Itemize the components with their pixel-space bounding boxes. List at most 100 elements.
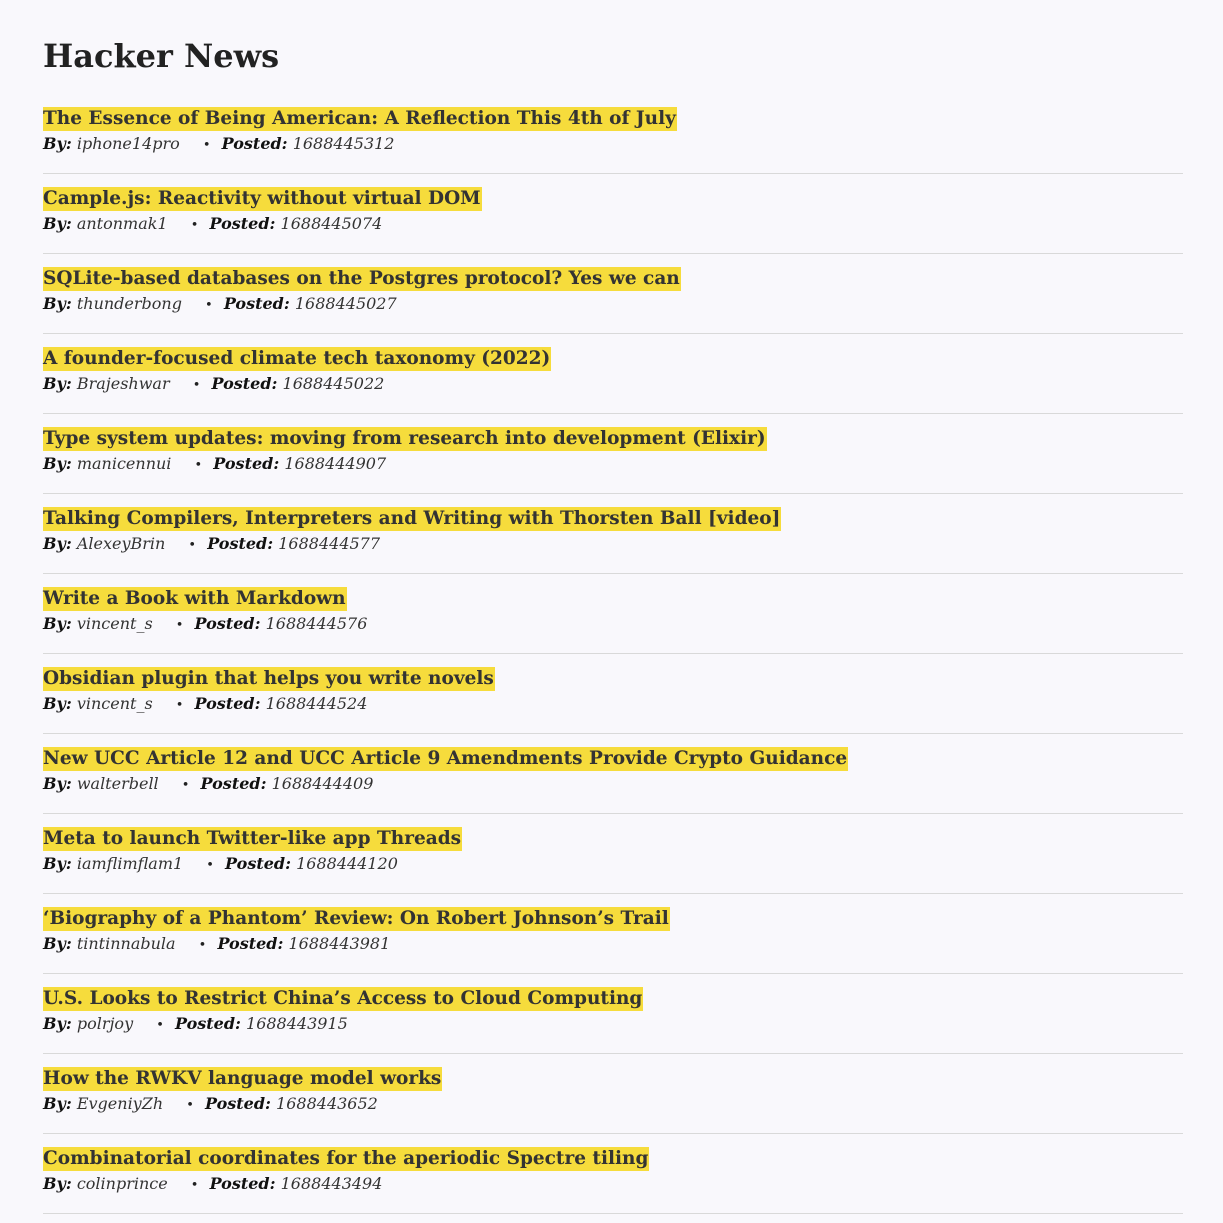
- separator-bullet: •: [202, 138, 211, 153]
- separator-bullet: •: [175, 698, 184, 713]
- story-meta: By: AlexeyBrin • Posted: 1688444577: [43, 534, 380, 556]
- posted-label: Posted:: [209, 1174, 276, 1193]
- posted-timestamp: 1688443494: [280, 1174, 383, 1193]
- story-title-link[interactable]: Type system updates: moving from researc…: [43, 427, 767, 451]
- by-label: By:: [43, 614, 72, 633]
- story-title-link[interactable]: How the RWKV language model works: [43, 1067, 443, 1091]
- story-title-link[interactable]: A founder-focused climate tech taxonomy …: [43, 347, 552, 371]
- list-item: A founder-focused climate tech taxonomy …: [43, 334, 1183, 414]
- page-title: Hacker News: [43, 37, 280, 75]
- list-item: ‘Biography of a Phantom’ Review: On Robe…: [43, 894, 1183, 974]
- list-item: U.S. Looks to Restrict China’s Access to…: [43, 974, 1183, 1054]
- story-title-link[interactable]: Obsidian plugin that helps you write nov…: [43, 667, 495, 691]
- posted-timestamp: 1688445074: [280, 214, 383, 233]
- author-name: antonmak1: [76, 214, 168, 233]
- by-label: By:: [43, 854, 72, 873]
- separator-bullet: •: [190, 1178, 199, 1193]
- by-label: By:: [43, 294, 72, 313]
- story-meta: By: EvgeniyZh • Posted: 1688443652: [43, 1094, 378, 1116]
- posted-label: Posted:: [213, 454, 280, 473]
- posted-label: Posted:: [217, 934, 284, 953]
- story-title-link[interactable]: New UCC Article 12 and UCC Article 9 Ame…: [43, 747, 849, 771]
- by-label: By:: [43, 534, 72, 553]
- posted-label: Posted:: [207, 534, 274, 553]
- author-name: vincent_s: [76, 614, 153, 633]
- list-item: Combinatorial coordinates for the aperio…: [43, 1134, 1183, 1214]
- posted-timestamp: 1688444120: [296, 854, 398, 873]
- list-item: How the RWKV language model works By: Ev…: [43, 1054, 1183, 1134]
- posted-label: Posted:: [209, 214, 276, 233]
- by-label: By:: [43, 454, 72, 473]
- by-label: By:: [43, 1174, 72, 1193]
- by-label: By:: [43, 934, 72, 953]
- story-title-link[interactable]: The Essence of Being American: A Reflect…: [43, 107, 677, 131]
- author-name: colinprince: [76, 1174, 168, 1193]
- list-item: Meta to launch Twitter-like app Threads …: [43, 814, 1183, 894]
- posted-label: Posted:: [211, 374, 278, 393]
- author-name: walterbell: [76, 774, 159, 793]
- posted-timestamp: 1688444576: [265, 614, 368, 633]
- by-label: By:: [43, 774, 72, 793]
- story-meta: By: antonmak1 • Posted: 1688445074: [43, 214, 382, 236]
- posted-timestamp: 1688444907: [284, 454, 387, 473]
- posted-label: Posted:: [223, 294, 290, 313]
- separator-bullet: •: [194, 458, 203, 473]
- story-title-link[interactable]: Write a Book with Markdown: [43, 587, 347, 611]
- author-name: thunderbong: [76, 294, 182, 313]
- story-title-link[interactable]: SQLite-based databases on the Postgres p…: [43, 267, 681, 291]
- list-item: Obsidian plugin that helps you write nov…: [43, 654, 1183, 734]
- separator-bullet: •: [175, 618, 184, 633]
- author-name: manicennui: [76, 454, 172, 473]
- list-item: Cample.js: Reactivity without virtual DO…: [43, 174, 1183, 254]
- author-name: EvgeniyZh: [76, 1094, 164, 1113]
- posted-timestamp: 1688445312: [292, 134, 395, 153]
- list-item: Talking Compilers, Interpreters and Writ…: [43, 494, 1183, 574]
- story-title-link[interactable]: Talking Compilers, Interpreters and Writ…: [43, 507, 782, 531]
- separator-bullet: •: [190, 218, 199, 233]
- posted-timestamp: 1688443652: [276, 1094, 378, 1113]
- story-title-link[interactable]: Combinatorial coordinates for the aperio…: [43, 1147, 650, 1171]
- posted-timestamp: 1688444524: [265, 694, 368, 713]
- story-title-link[interactable]: ‘Biography of a Phantom’ Review: On Robe…: [43, 907, 670, 931]
- by-label: By:: [43, 1014, 72, 1033]
- author-name: AlexeyBrin: [76, 534, 166, 553]
- separator-bullet: •: [181, 778, 190, 793]
- by-label: By:: [43, 134, 72, 153]
- story-meta: By: polrjoy • Posted: 1688443915: [43, 1014, 348, 1036]
- story-title-link[interactable]: Cample.js: Reactivity without virtual DO…: [43, 187, 482, 211]
- story-meta: By: vincent_s • Posted: 1688444576: [43, 614, 367, 636]
- story-meta: By: Brajeshwar • Posted: 1688445022: [43, 374, 384, 396]
- story-meta: By: thunderbong • Posted: 1688445027: [43, 294, 397, 316]
- author-name: tintinnabula: [76, 934, 176, 953]
- author-name: polrjoy: [76, 1014, 134, 1033]
- story-meta: By: vincent_s • Posted: 1688444524: [43, 694, 367, 716]
- posted-timestamp: 1688444409: [271, 774, 374, 793]
- story-meta: By: iamflimflam1 • Posted: 1688444120: [43, 854, 398, 876]
- author-name: Brajeshwar: [76, 374, 170, 393]
- separator-bullet: •: [156, 1018, 164, 1033]
- separator-bullet: •: [205, 298, 213, 313]
- author-name: iamflimflam1: [76, 854, 184, 873]
- story-meta: By: colinprince • Posted: 1688443494: [43, 1174, 382, 1196]
- list-item: The Essence of Being American: A Reflect…: [43, 94, 1183, 174]
- author-name: vincent_s: [76, 694, 153, 713]
- by-label: By:: [43, 1094, 72, 1113]
- story-meta: By: walterbell • Posted: 1688444409: [43, 774, 373, 796]
- list-item: New UCC Article 12 and UCC Article 9 Ame…: [43, 734, 1183, 814]
- separator-bullet: •: [206, 858, 214, 873]
- posted-timestamp: 1688443981: [288, 934, 391, 953]
- story-meta: By: iphone14pro • Posted: 1688445312: [43, 134, 394, 156]
- story-title-link[interactable]: U.S. Looks to Restrict China’s Access to…: [43, 987, 644, 1011]
- posted-label: Posted:: [174, 1014, 241, 1033]
- posted-label: Posted:: [205, 1094, 271, 1113]
- separator-bullet: •: [198, 938, 207, 953]
- story-title-link[interactable]: Meta to launch Twitter-like app Threads: [43, 827, 463, 851]
- by-label: By:: [43, 214, 72, 233]
- posted-label: Posted:: [194, 614, 261, 633]
- posted-label: Posted:: [194, 694, 261, 713]
- separator-bullet: •: [192, 378, 201, 393]
- posted-label: Posted:: [225, 854, 291, 873]
- story-meta: By: manicennui • Posted: 1688444907: [43, 454, 386, 476]
- by-label: By:: [43, 694, 72, 713]
- posted-timestamp: 1688444577: [278, 534, 381, 553]
